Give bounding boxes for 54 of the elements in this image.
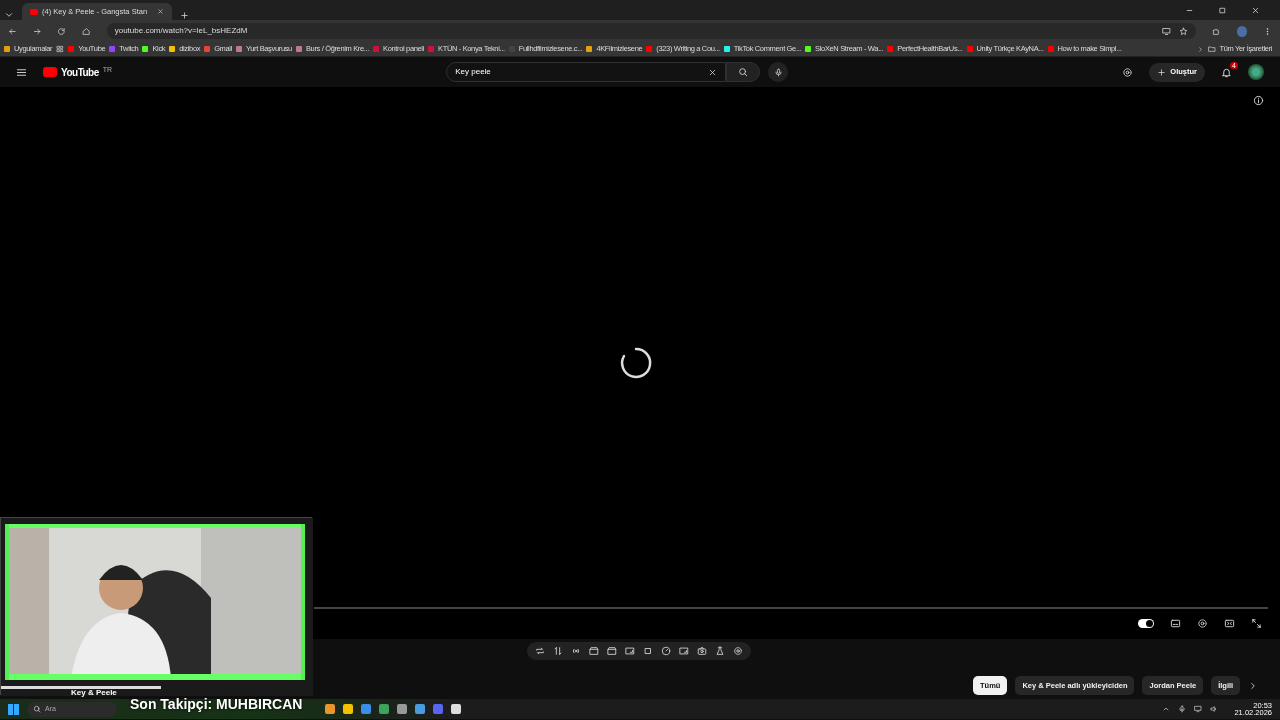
close-tab-icon[interactable]: [157, 8, 164, 15]
account-avatar[interactable]: [1248, 64, 1264, 80]
clear-icon[interactable]: [708, 67, 718, 77]
flask-icon[interactable]: [715, 646, 725, 656]
stream-overlay-text: Son Takipçi: MUHBIRCAN: [130, 695, 303, 714]
frame-icon[interactable]: [679, 646, 689, 656]
window-icon[interactable]: [643, 646, 653, 656]
camera-icon[interactable]: [697, 646, 707, 656]
theater-mode-icon[interactable]: [1224, 618, 1235, 629]
reload-icon[interactable]: [57, 26, 66, 36]
subtitles-icon[interactable]: [1170, 618, 1181, 629]
video-player[interactable]: [0, 87, 1280, 639]
folder-icon: [1207, 45, 1216, 53]
clapper-icon[interactable]: [589, 646, 599, 656]
voice-search-button[interactable]: [768, 62, 789, 82]
search-field[interactable]: Key peele: [446, 62, 727, 82]
back-icon[interactable]: [8, 26, 17, 36]
network-icon[interactable]: [1194, 705, 1203, 713]
loading-spinner: [619, 346, 653, 380]
install-icon[interactable]: [1162, 26, 1172, 36]
apps-grid-icon[interactable]: [56, 45, 65, 53]
new-tab-icon[interactable]: [180, 11, 189, 20]
extension-gear-icon[interactable]: [1122, 66, 1134, 78]
plus-icon: [1157, 67, 1167, 77]
sort-icon[interactable]: [553, 646, 563, 656]
fullscreen-icon[interactable]: [1251, 618, 1262, 629]
home-icon[interactable]: [82, 26, 91, 36]
bookmark-star-icon[interactable]: [1179, 26, 1189, 36]
channel-name[interactable]: Key & Peele: [71, 687, 117, 699]
clapper-icon[interactable]: [607, 646, 617, 656]
settings-icon[interactable]: [1197, 618, 1208, 629]
notifications-icon[interactable]: [1221, 66, 1232, 78]
loop-icon[interactable]: [535, 646, 545, 656]
tab-list-icon[interactable]: [4, 10, 14, 20]
address-field[interactable]: youtube.com/watch?v=leL_bsHEZdM: [106, 23, 1197, 39]
start-icon[interactable]: [8, 703, 19, 715]
volume-icon[interactable]: [1210, 705, 1219, 713]
close-icon[interactable]: [1251, 5, 1260, 15]
info-icon[interactable]: [1253, 95, 1264, 106]
menu-icon[interactable]: [16, 66, 27, 78]
autoplay-toggle[interactable]: [1138, 619, 1154, 628]
search-icon: [738, 67, 749, 77]
show-hidden-icon[interactable]: [1162, 705, 1171, 713]
forward-icon[interactable]: [32, 26, 42, 36]
more-bookmarks-icon[interactable]: [1196, 45, 1204, 53]
picture-in-picture-icon[interactable]: [625, 646, 635, 656]
youtube-favicon-icon: [30, 8, 38, 15]
restore-icon[interactable]: [1218, 5, 1227, 15]
speed-gauge-icon[interactable]: [661, 646, 671, 656]
profile-avatar[interactable]: [1236, 25, 1248, 37]
broadcast-icon[interactable]: [571, 646, 581, 656]
settings-icon[interactable]: [733, 646, 743, 656]
search-icon: [33, 705, 41, 713]
search-button[interactable]: [726, 62, 761, 82]
